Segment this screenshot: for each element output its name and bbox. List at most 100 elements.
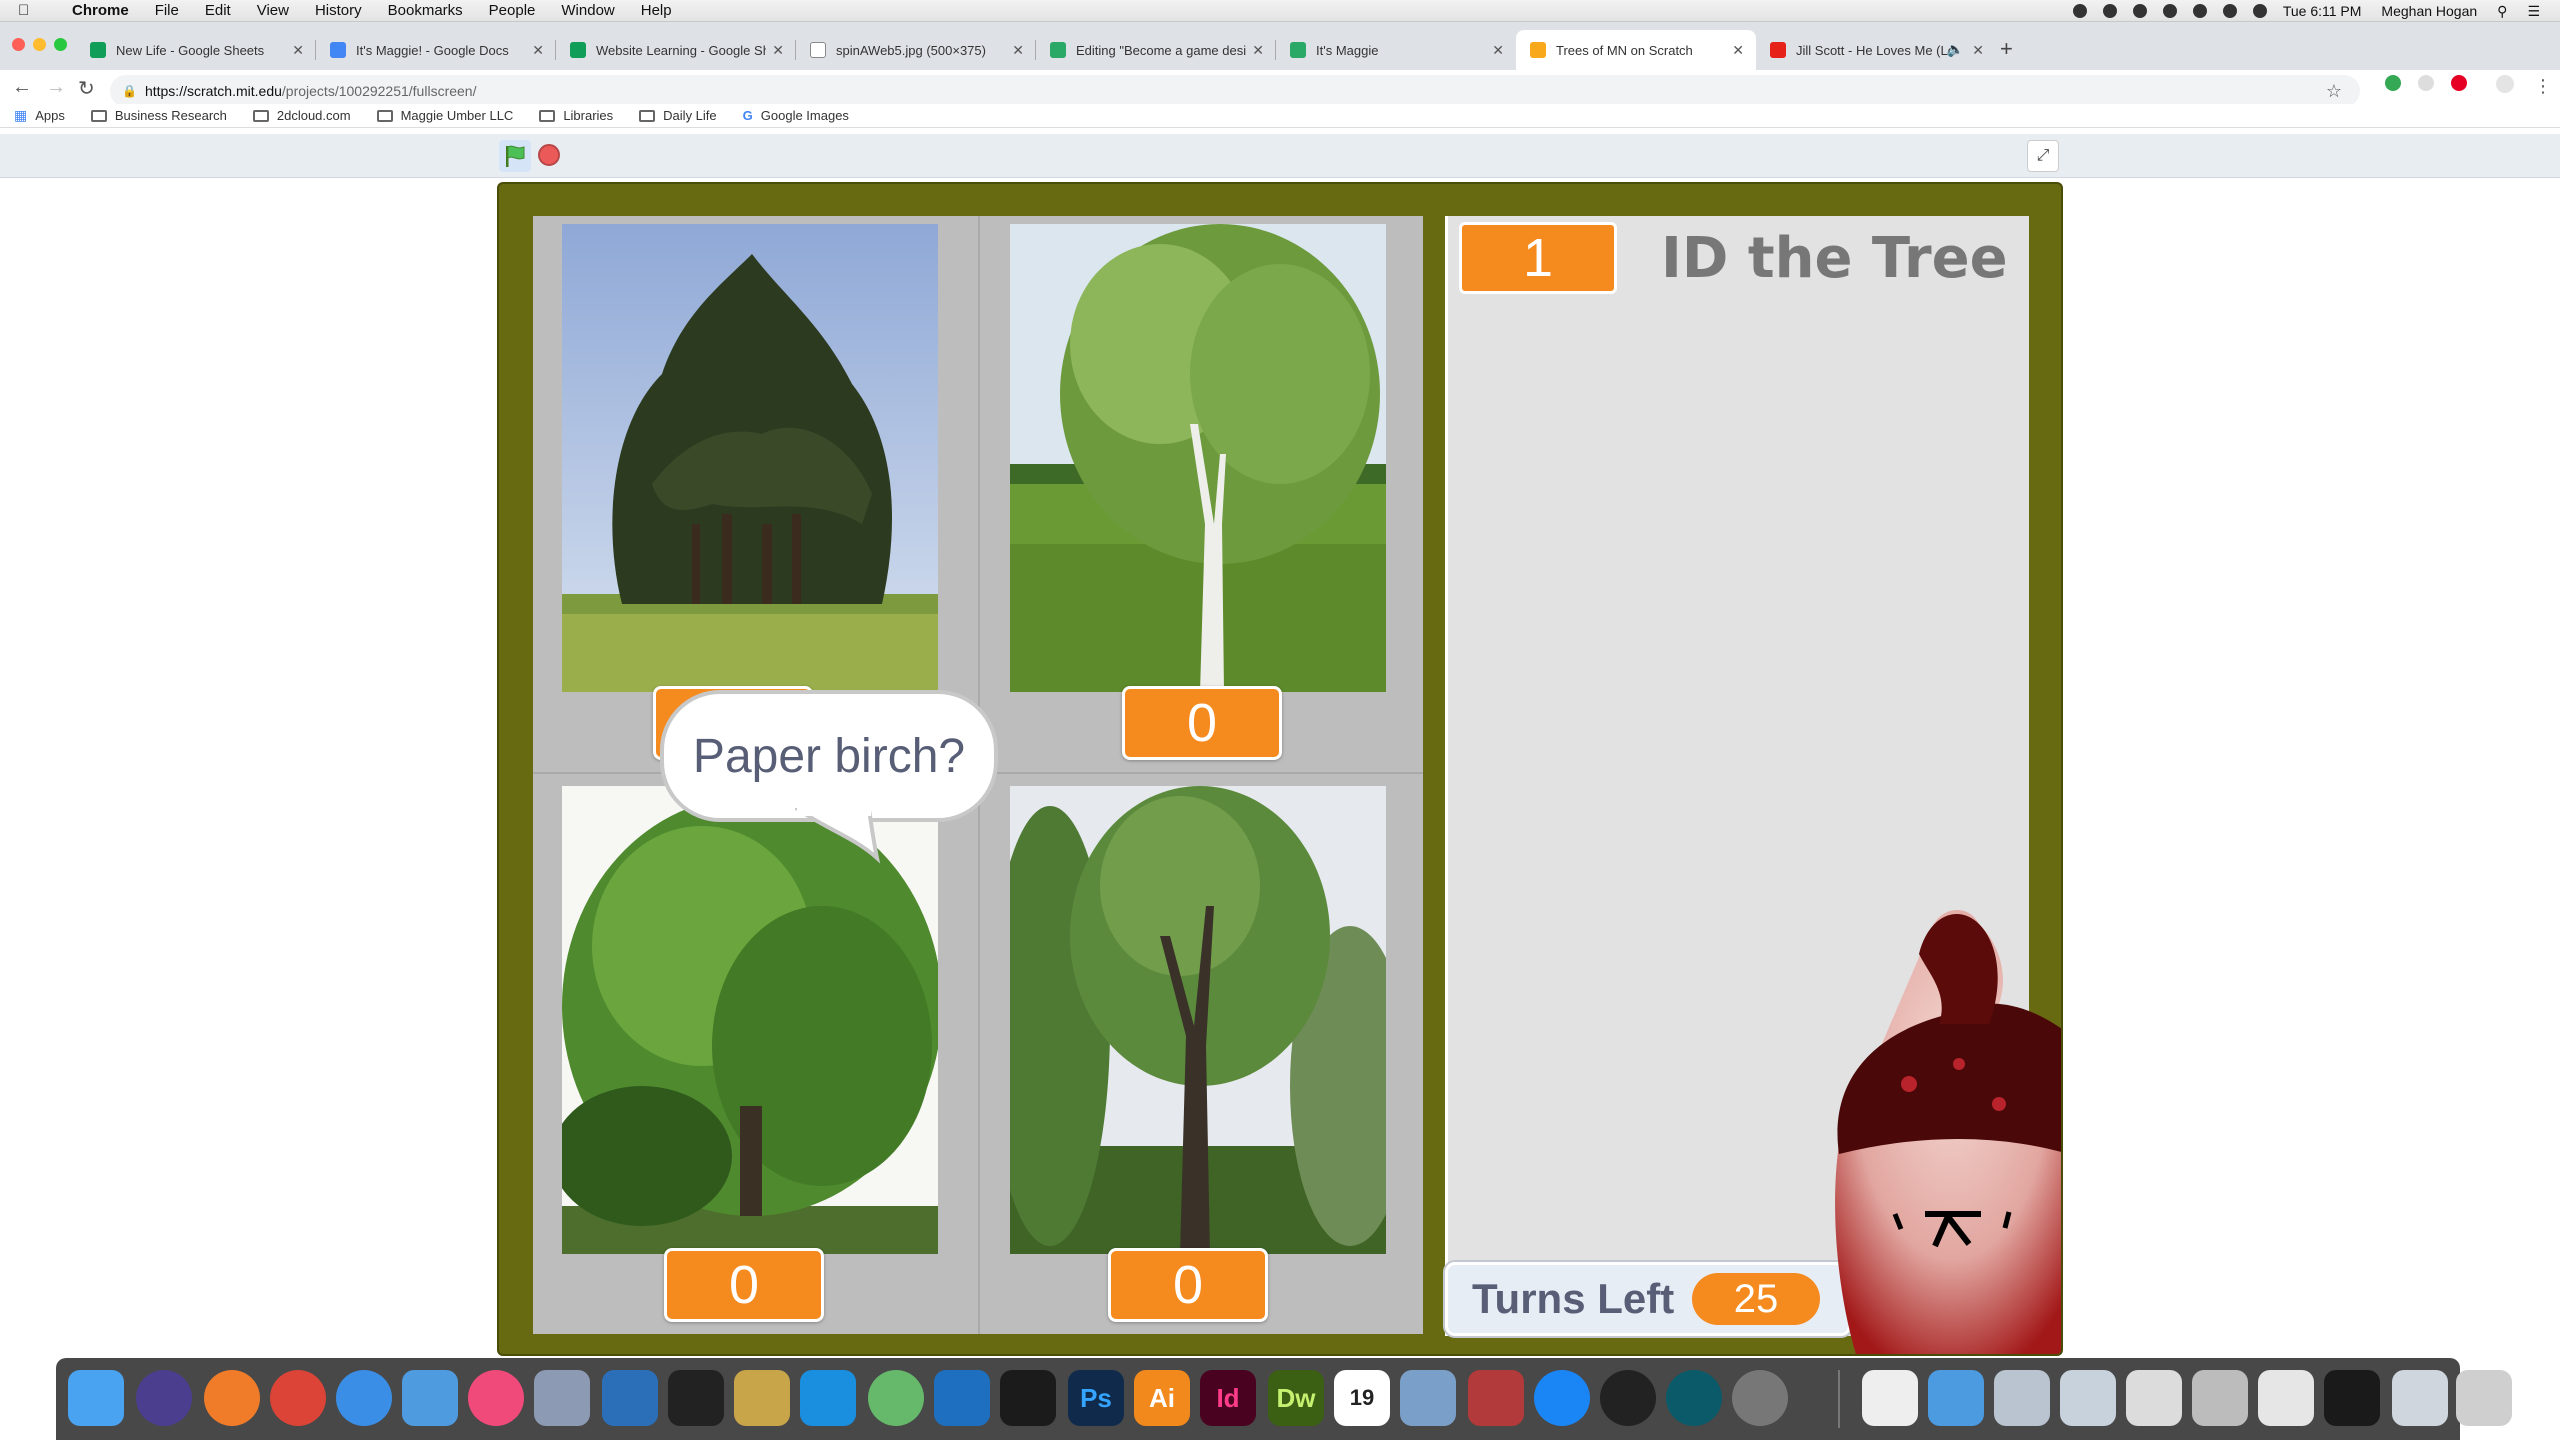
menu-edit[interactable]: Edit	[205, 2, 231, 19]
bookmark-2dcloud[interactable]: 2dcloud.com	[252, 108, 351, 123]
forward-icon[interactable]: →	[46, 76, 66, 99]
address-bar[interactable]: 🔒 https://scratch.mit.edu/projects/10029…	[110, 75, 2360, 107]
close-tab-icon[interactable]: ✕	[532, 42, 544, 59]
menu-bookmarks[interactable]: Bookmarks	[388, 2, 463, 19]
safari-icon[interactable]	[336, 1370, 392, 1426]
document-thumb-icon[interactable]	[2192, 1370, 2248, 1426]
stop-button[interactable]	[538, 144, 560, 166]
screenshot-thumb-icon[interactable]	[2060, 1370, 2116, 1426]
menu-file[interactable]: File	[155, 2, 179, 19]
bookmark-business-research[interactable]: Business Research	[90, 108, 227, 123]
bookmark-maggie-umber[interactable]: Maggie Umber LLC	[376, 108, 513, 123]
star-app-icon[interactable]	[734, 1370, 790, 1426]
time-machine-dock-icon[interactable]	[1666, 1370, 1722, 1426]
tab-its-maggie-docs[interactable]: It's Maggie! - Google Docs ✕	[316, 30, 556, 70]
vscode-icon[interactable]	[934, 1370, 990, 1426]
close-tab-icon[interactable]: ✕	[1972, 42, 1984, 59]
siri-icon[interactable]	[136, 1370, 192, 1426]
extension-icon[interactable]	[2418, 75, 2434, 91]
new-tab-button[interactable]: +	[2000, 36, 2013, 62]
tab-new-life-sheets[interactable]: New Life - Google Sheets ✕	[76, 30, 316, 70]
tree-photo-1[interactable]	[562, 224, 938, 692]
system-preferences-icon[interactable]	[1732, 1370, 1788, 1426]
tree-photo-4[interactable]	[1010, 786, 1386, 1254]
photoshop-icon[interactable]: Ps	[1068, 1370, 1124, 1426]
acorn-character[interactable]	[1829, 884, 2063, 1356]
close-window-button[interactable]	[12, 38, 25, 51]
html-file-icon[interactable]	[1862, 1370, 1918, 1426]
terminal-thumb-icon[interactable]	[2324, 1370, 2380, 1426]
bookmark-libraries[interactable]: Libraries	[539, 108, 613, 123]
menu-app[interactable]: Chrome	[72, 2, 129, 19]
pinterest-icon[interactable]	[2451, 75, 2467, 91]
status-icon[interactable]	[2102, 4, 2117, 18]
bookmark-google-images[interactable]: G Google Images	[743, 108, 849, 123]
tab-its-maggie[interactable]: It's Maggie ✕	[1276, 30, 1516, 70]
apple-icon[interactable]: 	[18, 2, 38, 19]
tab-spinaweb-image[interactable]: spinAWeb5.jpg (500×375) ✕	[796, 30, 1036, 70]
notification-center-icon[interactable]: ☰	[2527, 3, 2540, 20]
app-icon[interactable]	[800, 1370, 856, 1426]
close-tab-icon[interactable]: ✕	[292, 42, 304, 59]
close-tab-icon[interactable]: ✕	[1252, 42, 1264, 59]
menu-window[interactable]: Window	[561, 2, 614, 19]
tab-website-learning[interactable]: Website Learning - Google Sheets ✕	[556, 30, 796, 70]
bookmark-daily-life[interactable]: Daily Life	[639, 108, 717, 123]
finder-icon[interactable]	[68, 1370, 124, 1426]
kebab-menu-icon[interactable]: ⋮	[2534, 76, 2552, 97]
tree-photo-2[interactable]	[1010, 224, 1386, 692]
photos-icon[interactable]	[1400, 1370, 1456, 1426]
close-tab-icon[interactable]: ✕	[1012, 42, 1024, 59]
accessibility-icon[interactable]	[2132, 4, 2147, 18]
atom-icon[interactable]	[868, 1370, 924, 1426]
green-flag-button[interactable]	[499, 140, 531, 172]
bluetooth-icon[interactable]	[2192, 4, 2207, 18]
terminal-icon[interactable]	[1000, 1370, 1056, 1426]
indesign-icon[interactable]: Id	[1200, 1370, 1256, 1426]
profile-avatar[interactable]	[2496, 75, 2514, 93]
speaker-icon[interactable]: 🔈	[1947, 41, 1964, 58]
bookmark-apps[interactable]: ▦ Apps	[0, 107, 65, 124]
photo-booth-icon[interactable]	[1468, 1370, 1524, 1426]
applications-folder-icon[interactable]	[1928, 1370, 1984, 1426]
menu-view[interactable]: View	[257, 2, 289, 19]
trash-icon[interactable]	[2456, 1370, 2512, 1426]
close-tab-icon[interactable]: ✕	[772, 42, 784, 59]
calendar-icon[interactable]: 19	[1334, 1370, 1390, 1426]
close-tab-icon[interactable]: ✕	[1492, 42, 1504, 59]
spotlight-icon[interactable]: ⚲	[2497, 3, 2507, 20]
document-thumb-icon[interactable]	[2258, 1370, 2314, 1426]
back-icon[interactable]: ←	[12, 76, 32, 99]
chrome-icon[interactable]	[270, 1370, 326, 1426]
menu-clock[interactable]: Tue 6:11 PM	[2283, 3, 2362, 19]
reload-icon[interactable]: ↻	[78, 76, 95, 101]
quicktime-icon[interactable]	[602, 1370, 658, 1426]
scratch-stage[interactable]: 0 0 0 1 ID the Tree Paper birch? Turns L…	[497, 182, 2063, 1356]
screenshot-thumb-icon[interactable]	[1994, 1370, 2050, 1426]
dashboard-icon[interactable]	[1600, 1370, 1656, 1426]
tab-editing-game-designer[interactable]: Editing "Become a game designer" ✕	[1036, 30, 1276, 70]
menu-help[interactable]: Help	[641, 2, 672, 19]
downloads-stack-icon[interactable]	[2392, 1370, 2448, 1426]
lock-icon[interactable]: 🔒	[122, 84, 137, 98]
volume-icon[interactable]	[2252, 4, 2267, 18]
wifi-icon[interactable]	[2222, 4, 2237, 18]
tab-jill-scott-youtube[interactable]: Jill Scott - He Loves Me (Lo 🔈 ✕	[1756, 30, 1996, 70]
piano-icon[interactable]	[668, 1370, 724, 1426]
tab-trees-of-mn-scratch[interactable]: Trees of MN on Scratch ✕	[1516, 30, 1756, 70]
menu-history[interactable]: History	[315, 2, 362, 19]
close-tab-icon[interactable]: ✕	[1732, 42, 1744, 59]
firefox-icon[interactable]	[204, 1370, 260, 1426]
extension-icon[interactable]	[2385, 75, 2401, 91]
bookmark-star-icon[interactable]: ☆	[2326, 81, 2342, 102]
minimize-window-button[interactable]	[33, 38, 46, 51]
itunes-icon[interactable]	[468, 1370, 524, 1426]
exit-fullscreen-button[interactable]: ⤢	[2027, 140, 2059, 172]
illustrator-icon[interactable]: Ai	[1134, 1370, 1190, 1426]
screenshot-icon[interactable]	[402, 1370, 458, 1426]
dreamweaver-icon[interactable]: Dw	[1268, 1370, 1324, 1426]
document-thumb-icon[interactable]	[2126, 1370, 2182, 1426]
menu-people[interactable]: People	[489, 2, 536, 19]
menu-user[interactable]: Meghan Hogan	[2381, 3, 2477, 19]
zoom-window-button[interactable]	[54, 38, 67, 51]
